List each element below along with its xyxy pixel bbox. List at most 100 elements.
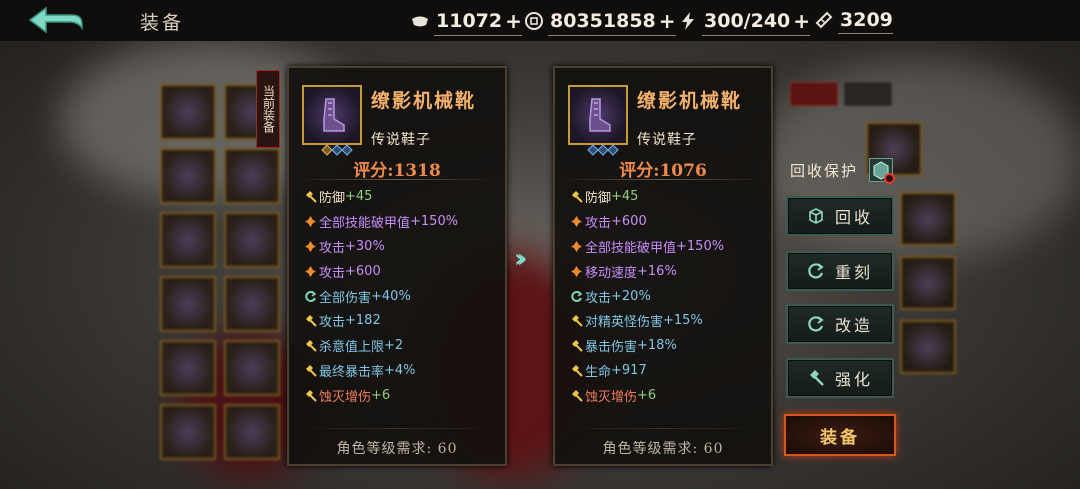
hammer-icon [569, 314, 583, 328]
resource-coin: 80351858 + [524, 9, 676, 36]
refresh-icon [807, 315, 825, 333]
boot-icon [589, 98, 611, 132]
item-name: 缭影机械靴 [371, 90, 477, 112]
flame-icon [569, 239, 583, 253]
item-icon-frame[interactable] [302, 85, 362, 156]
stat-value: +917 [611, 363, 647, 379]
stat-label: 攻击 [319, 315, 346, 331]
resource-value: 3209 [840, 9, 893, 31]
inventory-slot[interactable] [224, 340, 280, 396]
button-label: 改造 [834, 316, 873, 335]
cube-icon [807, 207, 825, 225]
inventory-slot[interactable] [224, 148, 280, 204]
inventory-slot[interactable] [900, 192, 956, 246]
back-arrow-icon [28, 6, 83, 34]
resource-ticket: 3209 [814, 9, 893, 34]
stat-label: 攻击 [585, 290, 612, 306]
resource-stamina: 300/240 + [678, 9, 811, 36]
inventory-slot[interactable] [160, 404, 216, 460]
stat-row: 暴击伤害 +18% [569, 333, 724, 358]
add-silver-button[interactable]: + [505, 9, 522, 33]
hammer-icon [807, 369, 825, 387]
right-tabs [790, 82, 892, 108]
equipped-item-panel: 缭影机械靴 传说鞋子 评分:1318 防御 +45 全部技能破甲值 +150% 攻击 +3… [287, 66, 507, 466]
stat-value: +6 [637, 388, 657, 404]
stat-list: 防御 +45 攻击 +600 全部技能破甲值 +150% 移动速度 +16% 攻击 +20% 对精英… [569, 184, 724, 408]
stat-row: 防御 +45 [569, 184, 724, 209]
stat-label: 移动速度 [585, 265, 638, 281]
enhance-button[interactable]: 强化 [786, 358, 894, 398]
stat-label: 蚀灭增伤 [319, 390, 372, 406]
hammer-icon [569, 389, 583, 403]
stat-row: 蚀灭增伤 +6 [569, 383, 724, 408]
stat-label: 生命 [585, 365, 612, 381]
stat-value: +18% [637, 338, 677, 354]
stat-row: 攻击 +182 [303, 308, 458, 333]
item-score: 评分:1076 [619, 161, 707, 181]
stat-value: +182 [345, 313, 381, 329]
inventory-slot[interactable] [224, 404, 280, 460]
stat-value: +16% [637, 263, 677, 279]
stat-row: 防御 +45 [303, 184, 458, 209]
stat-label: 全部技能破甲值 [585, 240, 677, 256]
resource-silver: 11072 + [410, 9, 522, 36]
stat-value: +45 [345, 188, 373, 204]
swirl-icon [569, 289, 583, 303]
recycle-protect-toggle[interactable] [869, 158, 895, 184]
candidate-item-panel: 缭影机械靴 传说鞋子 评分:1076 防御 +45 攻击 +600 全部技能破甲值 +15… [553, 66, 773, 466]
inventory-slot[interactable] [160, 148, 216, 204]
stat-value: +6 [371, 388, 391, 404]
back-button[interactable] [26, 6, 84, 34]
stat-label: 攻击 [319, 240, 346, 256]
ticket-icon [814, 10, 834, 30]
inventory-slot[interactable] [160, 340, 216, 396]
button-label: 重刻 [834, 263, 873, 282]
stat-row: 攻击 +30% [303, 234, 458, 259]
stat-label: 全部伤害 [319, 290, 372, 306]
stat-row: 杀意值上限 +2 [303, 333, 458, 358]
button-label: 强化 [834, 370, 873, 389]
inventory-slot[interactable] [224, 276, 280, 332]
silver-ingot-icon [410, 11, 430, 31]
stat-label: 攻击 [585, 215, 612, 231]
inventory-slot[interactable] [900, 256, 956, 310]
equip-button[interactable]: 装备 [784, 414, 896, 456]
stat-label: 防御 [319, 190, 346, 206]
stat-value: +40% [371, 288, 411, 304]
stat-value: +2 [384, 338, 404, 354]
inventory-slot[interactable] [224, 212, 280, 268]
stat-value: +15% [663, 313, 703, 329]
stat-value: +600 [611, 213, 647, 229]
tab-blurred[interactable] [844, 82, 892, 106]
shield-icon [569, 189, 583, 203]
stat-row: 攻击 +20% [569, 284, 724, 309]
item-icon-frame[interactable] [568, 85, 628, 156]
stat-value: +150% [676, 238, 725, 254]
refresh-icon [807, 262, 825, 280]
level-requirement: 角色等级需求: 60 [336, 441, 458, 457]
resource-value: 80351858 [550, 10, 656, 32]
socket-gems [587, 144, 619, 156]
inventory-slot[interactable] [160, 84, 216, 140]
modify-button[interactable]: 改造 [786, 304, 894, 344]
inventory-slot[interactable] [160, 212, 216, 268]
item-type: 传说鞋子 [637, 132, 697, 148]
stat-value: +30% [345, 238, 385, 254]
hammer-icon [303, 314, 317, 328]
add-stamina-button[interactable]: + [793, 9, 810, 33]
inventory-slot[interactable] [900, 320, 956, 374]
stat-row: 最终暴击率 +4% [303, 358, 458, 383]
stat-label: 对精英怪伤害 [585, 315, 664, 331]
flame-icon [303, 214, 317, 228]
reforge-button[interactable]: 重刻 [786, 251, 894, 291]
recycle-button[interactable]: 回收 [786, 196, 894, 236]
stat-row: 移动速度 +16% [569, 259, 724, 284]
tab-blurred[interactable] [790, 82, 838, 106]
flame-icon [303, 264, 317, 278]
inventory-slot[interactable] [160, 276, 216, 332]
stat-label: 暴击伤害 [585, 340, 638, 356]
hammer-icon [569, 339, 583, 353]
add-coin-button[interactable]: + [659, 9, 676, 33]
hammer-icon [303, 364, 317, 378]
shield-icon [303, 189, 317, 203]
